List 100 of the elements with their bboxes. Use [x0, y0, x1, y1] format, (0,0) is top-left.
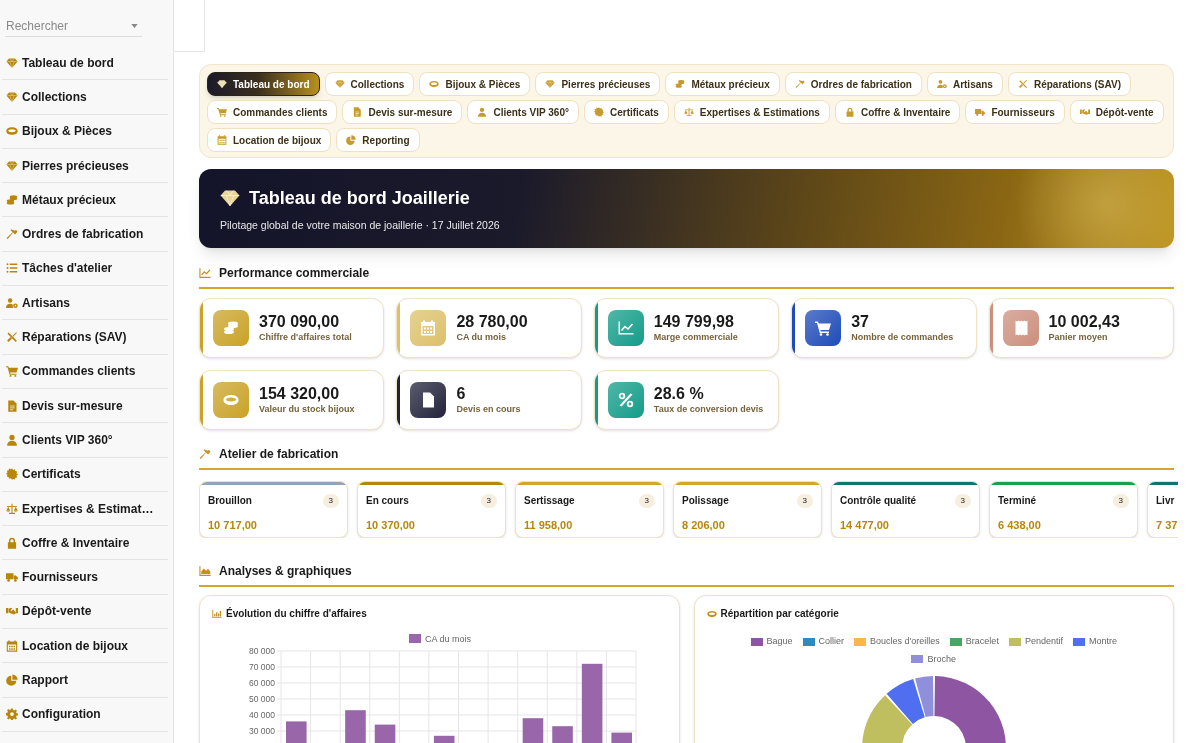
- stat-value: 149 799,98: [653, 311, 735, 331]
- tab[interactable]: Réparations (SAV): [1007, 72, 1131, 96]
- tab[interactable]: Location de bijoux: [207, 128, 332, 152]
- sidebar-item[interactable]: Commandes clients: [2, 354, 168, 389]
- gem-icon: [6, 90, 18, 103]
- tab[interactable]: Métaux précieux: [665, 72, 780, 96]
- chart-legend: CA du mois: [409, 634, 472, 644]
- sidebar-item[interactable]: Location de bijoux: [2, 629, 168, 664]
- hammer-icon: [199, 448, 211, 460]
- chart-title: Répartition par catégorie: [720, 607, 839, 621]
- bar: [611, 732, 632, 743]
- axis-tick-label: 70 000: [249, 662, 275, 672]
- tab[interactable]: Expertises & Estimations: [673, 100, 830, 124]
- bar: [286, 721, 307, 743]
- sidebar-item[interactable]: Bijoux & Pièces: [2, 114, 168, 149]
- tab[interactable]: Pierres précieuses: [535, 72, 661, 96]
- document-icon: [6, 399, 18, 412]
- stage-amount: 10 717,00: [208, 518, 258, 533]
- percent-icon: [617, 392, 634, 408]
- seal-icon: [593, 107, 604, 117]
- sidebar-item[interactable]: Coffre & Inventaire: [2, 526, 168, 561]
- tab[interactable]: Artisans: [926, 72, 1003, 96]
- sidebar-item[interactable]: Expertises & Estimat…: [2, 491, 168, 527]
- legend-label: Montre: [1088, 635, 1117, 648]
- legend-label: Pendentif: [1024, 635, 1063, 648]
- stage-amount: 7 37: [1156, 518, 1178, 533]
- cart-icon: [815, 320, 832, 336]
- gem-icon: [545, 79, 556, 89]
- stat-value: 154 320,00: [259, 383, 341, 403]
- tab[interactable]: Clients VIP 360°: [467, 100, 579, 124]
- seal-icon: [6, 468, 18, 481]
- sidebar-item[interactable]: Collections: [2, 80, 168, 115]
- bar: [433, 735, 455, 743]
- settings-icon: [6, 708, 18, 721]
- stage-name: Sertissage: [524, 494, 575, 508]
- stat-label: Marge commerciale: [653, 330, 738, 344]
- legend-label: Collier: [818, 635, 845, 648]
- calendar-icon: [217, 135, 227, 145]
- count-badge: 3: [796, 493, 813, 508]
- truck-icon: [6, 571, 18, 584]
- section-title: Analyses & graphiques: [219, 563, 352, 580]
- legend-label: CA du mois: [425, 634, 472, 644]
- area-chart-icon: [199, 565, 211, 577]
- axis-tick-label: 80 000: [249, 646, 275, 656]
- stage-name: En cours: [366, 494, 409, 508]
- user-gear-icon: [6, 296, 18, 309]
- sidebar-item[interactable]: Pierres précieuses: [2, 148, 168, 184]
- bar-chart-icon: [212, 608, 222, 619]
- calendar-icon: [420, 320, 437, 336]
- stat-label: Taux de conversion devis: [653, 402, 764, 416]
- tab[interactable]: Dépôt-vente: [1069, 100, 1164, 124]
- tab[interactable]: Reporting: [336, 128, 420, 152]
- sidebar-item[interactable]: Devis sur-mesure: [2, 388, 168, 424]
- tab[interactable]: Collections: [324, 72, 415, 96]
- sidebar-item[interactable]: Tâches d'atelier: [2, 251, 168, 287]
- tools-icon: [1017, 79, 1028, 89]
- hammer-icon: [794, 79, 805, 89]
- stage-amount: 14 477,00: [840, 518, 890, 533]
- sidebar-item[interactable]: Clients VIP 360°: [2, 423, 168, 458]
- sidebar-item[interactable]: Configuration: [2, 697, 168, 732]
- sidebar-item[interactable]: Ordres de fabrication: [2, 217, 168, 252]
- search-placeholder: Rechercher: [6, 18, 69, 35]
- bar: [552, 726, 573, 743]
- legend-label: Boucles d'oreilles: [870, 635, 940, 648]
- sidebar-item[interactable]: Certificats: [2, 457, 168, 492]
- tab[interactable]: Ordres de fabrication: [784, 72, 922, 96]
- stat-value: 28 780,00: [456, 311, 528, 331]
- tab[interactable]: Fournisseurs: [965, 100, 1065, 124]
- gem-icon: [334, 79, 345, 89]
- tab[interactable]: Certificats: [583, 100, 669, 124]
- calendar-icon: [6, 639, 18, 652]
- user-icon: [6, 433, 18, 446]
- tab[interactable]: Tableau de bord: [207, 72, 320, 96]
- stage-name: Livr: [1156, 494, 1175, 508]
- sidebar-item[interactable]: Métaux précieux: [2, 183, 168, 218]
- user-icon: [477, 107, 488, 117]
- tab[interactable]: Commandes clients: [207, 100, 338, 124]
- section-title: Atelier de fabrication: [219, 446, 339, 463]
- bar: [374, 724, 396, 743]
- sidebar-item[interactable]: Dépôt-vente: [2, 594, 168, 630]
- sidebar-item[interactable]: Fournisseurs: [2, 560, 168, 595]
- tab[interactable]: Coffre & Inventaire: [834, 100, 961, 124]
- tab[interactable]: Bijoux & Pièces: [419, 72, 531, 96]
- bar: [345, 710, 366, 743]
- count-badge: 3: [1112, 493, 1129, 508]
- sidebar-item[interactable]: Réparations (SAV): [2, 320, 168, 355]
- gem-icon: [6, 56, 18, 69]
- line-chart-icon: [199, 267, 211, 279]
- gem-icon: [220, 188, 240, 208]
- document-icon: [420, 392, 437, 408]
- sidebar-item[interactable]: Artisans: [2, 286, 168, 321]
- sidebar-item[interactable]: Rapport: [2, 663, 168, 698]
- stage-name: Contrôle qualité: [840, 494, 917, 508]
- tab[interactable]: Devis sur-mesure: [342, 100, 463, 124]
- lock-icon: [6, 536, 18, 549]
- stage-amount: 10 370,00: [366, 518, 416, 533]
- legend-label: Bague: [766, 635, 793, 648]
- pie-chart-icon: [6, 674, 18, 686]
- sidebar-item[interactable]: Tableau de bord: [2, 46, 168, 81]
- stage-name: Polissage: [682, 494, 729, 508]
